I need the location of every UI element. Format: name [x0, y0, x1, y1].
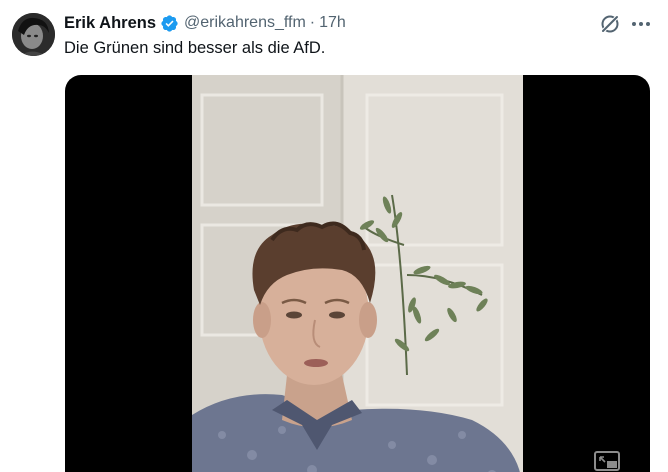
picture-in-picture-icon[interactable]	[593, 449, 623, 472]
more-options-icon[interactable]	[628, 12, 654, 36]
separator-dot: ·	[309, 14, 316, 31]
avatar[interactable]	[12, 13, 55, 56]
video-thumbnail	[192, 75, 523, 472]
author-handle[interactable]: @erikahrens_ffm	[184, 14, 306, 32]
video-player[interactable]	[65, 75, 650, 472]
timestamp[interactable]: 17h	[319, 14, 346, 32]
author-name[interactable]: Erik Ahrens	[64, 14, 156, 33]
tweet[interactable]: Erik Ahrens @erikahrens_ffm · 17h Die Gr…	[0, 0, 668, 472]
verified-badge-icon[interactable]	[160, 14, 179, 33]
tweet-text: Die Grünen sind besser als die AfD.	[64, 39, 326, 57]
video-frame[interactable]	[192, 75, 523, 472]
grok-icon[interactable]	[598, 12, 622, 36]
tweet-header: Erik Ahrens @erikahrens_ffm · 17h	[64, 12, 346, 34]
avatar-image	[12, 13, 55, 56]
